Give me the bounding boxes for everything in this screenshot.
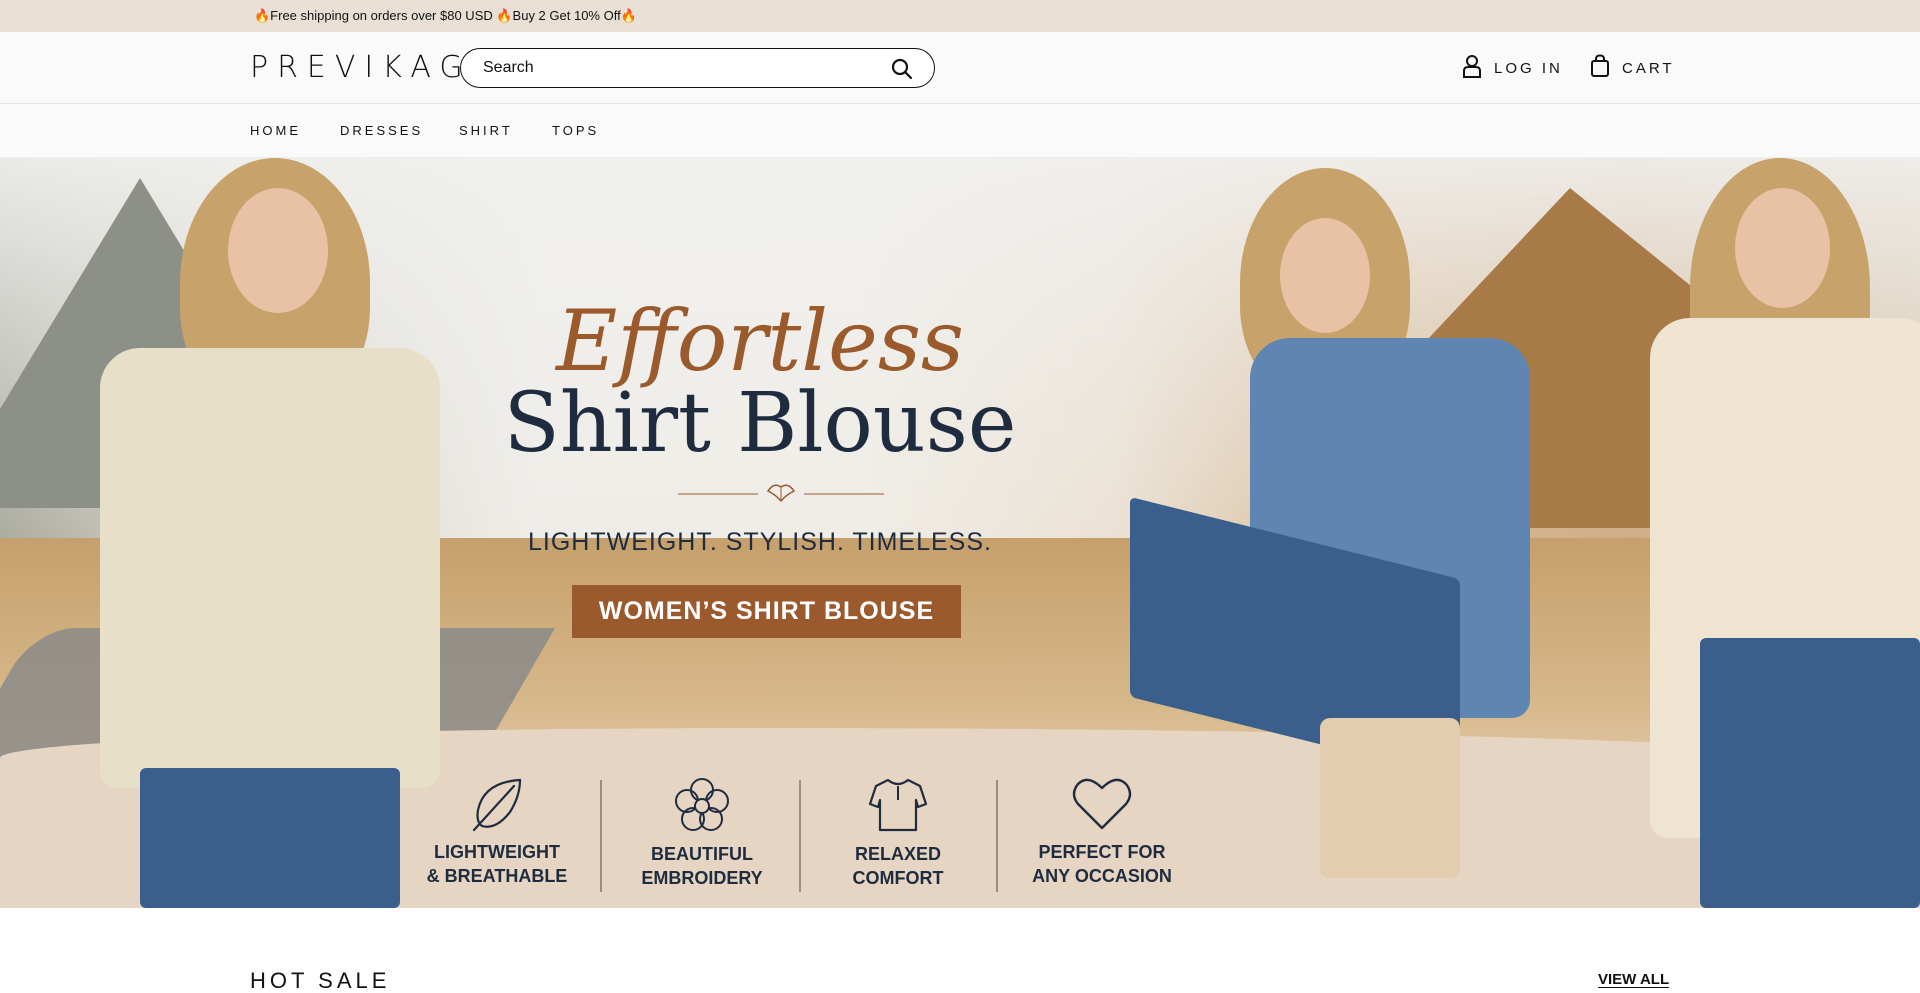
shopping-bag-icon	[1590, 54, 1622, 82]
user-icon	[1462, 54, 1494, 82]
leaf-icon	[472, 778, 522, 832]
feature-label: BEAUTIFUL EMBROIDERY	[641, 844, 763, 888]
search-bar	[460, 48, 935, 88]
hero-title-main: Shirt Blouse	[503, 376, 1017, 471]
section-title: HOT SALE	[250, 968, 391, 993]
nav-item-dresses[interactable]: DRESSES	[340, 123, 423, 138]
search-input[interactable]	[483, 59, 863, 77]
announcement-text: 🔥Free shipping on orders over $80 USD 🔥B…	[254, 8, 637, 23]
search-icon[interactable]	[890, 57, 914, 81]
feature-divider	[799, 780, 801, 892]
nav-item-shirt[interactable]: SHIRT	[459, 123, 513, 138]
nav-item-tops[interactable]: TOPS	[552, 123, 599, 138]
leaf-ornament-icon	[678, 484, 884, 503]
shirt-icon	[868, 778, 928, 832]
flower-icon	[675, 778, 729, 831]
feature-divider	[996, 780, 998, 892]
main-nav: HOME DRESSES SHIRT TOPS	[0, 104, 1920, 158]
view-all-link[interactable]: VIEW ALL	[1598, 971, 1669, 988]
feature-occasion: PERFECT FOR ANY OCCASION	[1007, 776, 1197, 888]
shop-shirt-blouse-button[interactable]: WOMEN’S SHIRT BLOUSE	[572, 585, 961, 638]
feature-label: LIGHTWEIGHT & BREATHABLE	[426, 842, 568, 886]
feature-comfort: RELAXED COMFORT	[803, 776, 993, 890]
model-floral-blouse	[1640, 158, 1920, 908]
feature-label: PERFECT FOR ANY OCCASION	[1032, 842, 1172, 886]
site-header: PREVIKAGO LOG IN CART	[0, 32, 1920, 104]
feature-lightweight: LIGHTWEIGHT & BREATHABLE	[402, 776, 592, 888]
cart-label: CART	[1622, 59, 1675, 77]
feature-divider	[600, 780, 602, 892]
login-label: LOG IN	[1494, 59, 1563, 77]
login-link[interactable]: LOG IN	[1462, 54, 1563, 82]
nav-item-home[interactable]: HOME	[250, 123, 301, 138]
hero-tagline: LIGHTWEIGHT. STYLISH. TIMELESS.	[528, 528, 992, 556]
heart-icon	[1072, 778, 1132, 830]
feature-label: RELAXED COMFORT	[852, 844, 944, 888]
cart-link[interactable]: CART	[1590, 54, 1675, 82]
hero-banner[interactable]: Effortless Shirt Blouse LIGHTWEIGHT. STY…	[0, 158, 1920, 908]
announcement-bar: 🔥Free shipping on orders over $80 USD 🔥B…	[0, 0, 1920, 32]
feature-embroidery: BEAUTIFUL EMBROIDERY	[607, 776, 797, 890]
